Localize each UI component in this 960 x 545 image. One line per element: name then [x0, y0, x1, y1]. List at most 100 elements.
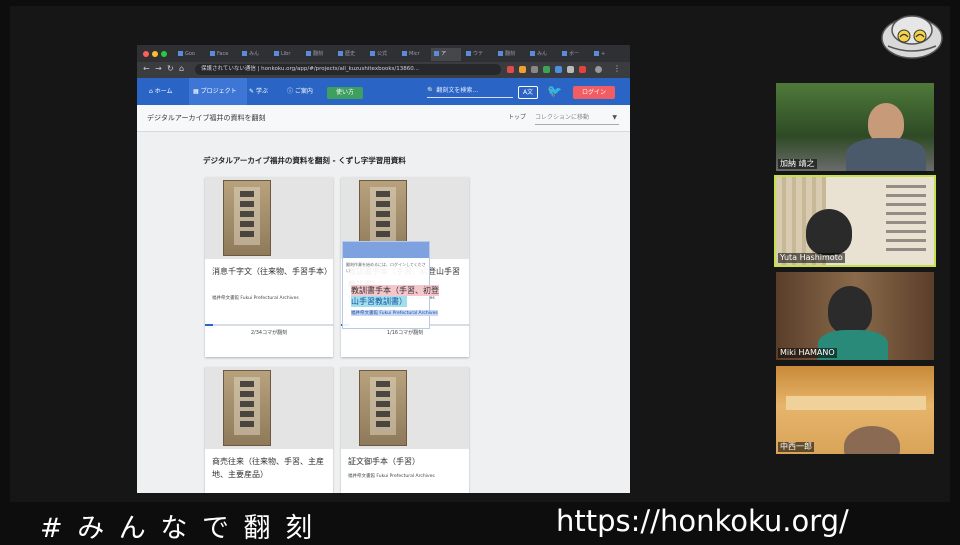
minimize-window-icon[interactable]: [152, 51, 158, 57]
favicon-icon: [402, 51, 407, 56]
participant-face: [868, 103, 904, 143]
browser-window: Goo Face みん Libr 翻刻 歴史 公式 Micr アウテ 翻刻 みん ボー + ← → ↻ …: [137, 45, 630, 493]
favicon-icon: [530, 51, 535, 56]
project-card[interactable]: 証文御手本（手習） 福井県文書館 Fukui Prefectural Archi…: [341, 367, 469, 493]
extension-icon[interactable]: [579, 66, 586, 73]
participant-video: 加納 靖之: [776, 83, 934, 171]
participant-face: [806, 209, 852, 255]
login-popup: 翻刻作業を始めるには、ログインしてください 教訓書手本（手習、初登 山手習教訓書…: [342, 241, 439, 329]
extension-icon[interactable]: [555, 66, 562, 73]
extension-icon[interactable]: [543, 66, 550, 73]
project-title: デジタルアーカイブ福井の資料を翻刻: [147, 114, 266, 122]
profile-icon[interactable]: [595, 66, 602, 73]
pencil-icon: ✎: [249, 88, 256, 95]
project-card[interactable]: 消息千字文（往来物、手習手本） 福井県文書館 Fukui Prefectural…: [205, 177, 333, 357]
book-thumbnail: [341, 367, 469, 449]
favicon-icon: [306, 51, 311, 56]
hashtag-caption: # み ん な で 翻 刻: [40, 513, 316, 544]
forward-icon[interactable]: →: [155, 64, 162, 73]
favicon-icon: [210, 51, 215, 56]
browser-tab[interactable]: 歴史: [335, 48, 365, 61]
popup-message: 翻刻作業を始めるには、ログインしてください: [346, 262, 426, 273]
twitter-icon[interactable]: 🐦: [547, 85, 562, 98]
tab-bar: Goo Face みん Libr 翻刻 歴史 公式 Micr アウテ 翻刻 みん ボー +: [137, 45, 630, 62]
favicon-icon: [370, 51, 375, 56]
howto-button[interactable]: 使い方: [327, 87, 363, 99]
browser-tab[interactable]: Libr: [271, 48, 301, 61]
participant-name: 中西一郎: [778, 442, 814, 452]
honkoku-logo: [880, 8, 944, 60]
card-title: 消息千字文（往来物、手習手本）: [212, 267, 332, 276]
favicon-icon: [498, 51, 503, 56]
favicon-icon: [594, 51, 599, 56]
extension-icon[interactable]: [531, 66, 538, 73]
favicon-icon: [434, 51, 439, 56]
browser-tab[interactable]: Goo: [175, 48, 205, 61]
nav-home[interactable]: ⌂ ホーム: [145, 78, 189, 105]
highlight-text: 福井県文書館 Fukui Prefectural Archives: [351, 310, 438, 316]
browser-tab[interactable]: Micr: [399, 48, 429, 61]
highlight-text: 教訓書手本（手習、初登: [351, 285, 439, 296]
project-card[interactable]: 商売往来（往来物、手習、主産地、主要産品）: [205, 367, 333, 493]
search-icon: 🔍: [427, 87, 437, 94]
browser-tab[interactable]: ア: [431, 48, 461, 61]
browser-tab[interactable]: 翻刻: [303, 48, 333, 61]
card-subtitle: 福井県文書館 Fukui Prefectural Archives: [348, 474, 435, 479]
translate-icon[interactable]: A文: [518, 86, 538, 99]
favicon-icon: [466, 51, 471, 56]
card-title: 商売往来（往来物、手習、主産地、主要産品）: [212, 457, 324, 479]
top-link[interactable]: トップ: [508, 105, 526, 131]
collection-select[interactable]: コレクションに移動 ▼: [535, 112, 619, 125]
browser-tab[interactable]: 公式: [367, 48, 397, 61]
reload-icon[interactable]: ↻: [167, 64, 174, 73]
favicon-icon: [242, 51, 247, 56]
favicon-icon: [338, 51, 343, 56]
participant-name: Yuta Hashimoto: [778, 253, 845, 263]
browser-tab[interactable]: みん: [239, 48, 269, 61]
participant-face: [828, 286, 872, 334]
url-field[interactable]: 保護されていない通信 | honkoku.org/app/#/projects/…: [195, 64, 501, 75]
participant-video: Miki HAMANO: [776, 272, 934, 360]
progress-count: 2/34コマが翻刻: [250, 330, 288, 336]
browser-tab[interactable]: ウテ: [463, 48, 493, 61]
home-icon[interactable]: ⌂: [179, 64, 184, 73]
nav-about[interactable]: ⓘ ご案内: [287, 78, 323, 105]
popup-header: [343, 242, 429, 258]
nav-project[interactable]: ▦ プロジェクト: [189, 78, 247, 105]
back-icon[interactable]: ←: [143, 64, 150, 73]
close-window-icon[interactable]: [143, 51, 149, 57]
extension-icon[interactable]: [567, 66, 574, 73]
participant-face: [844, 426, 900, 454]
participant-name: 加納 靖之: [778, 159, 817, 169]
address-bar: ← → ↻ ⌂ 保護されていない通信 | honkoku.org/app/#/p…: [137, 62, 630, 78]
chevron-down-icon: ▼: [612, 114, 617, 121]
highlight-text: 山手習教訓書）: [351, 296, 407, 307]
login-button[interactable]: ログイン: [573, 86, 615, 99]
extension-icon[interactable]: [519, 66, 526, 73]
sub-header: デジタルアーカイブ福井の資料を翻刻 トップ コレクションに移動 ▼: [137, 105, 630, 132]
favicon-icon: [562, 51, 567, 56]
progress-bar: [205, 324, 333, 326]
browser-tab[interactable]: Face: [207, 48, 237, 61]
card-title: 証文御手本（手習）: [348, 457, 420, 466]
site-navbar: ⌂ ホーム ▦ プロジェクト ✎ 学ぶ ⓘ ご案内 使い方 🔍 翻刻文を検索..…: [137, 78, 630, 105]
book-thumbnail: [205, 177, 333, 259]
progress-count: 1/16コマが翻刻: [386, 330, 424, 336]
participant-body: [846, 138, 926, 171]
browser-tab[interactable]: ボー: [559, 48, 589, 61]
menu-icon[interactable]: ⋮: [613, 64, 621, 73]
nav-learn[interactable]: ✎ 学ぶ: [249, 78, 281, 105]
search-input[interactable]: 🔍 翻刻文を検索...: [427, 84, 513, 98]
browser-tab[interactable]: 翻刻: [495, 48, 525, 61]
maximize-window-icon[interactable]: [161, 51, 167, 57]
favicon-icon: [274, 51, 279, 56]
browser-tab[interactable]: +: [591, 48, 621, 61]
url-caption: https://honkoku.org/: [556, 504, 849, 538]
browser-tab[interactable]: みん: [527, 48, 557, 61]
grid-icon: ▦: [193, 88, 201, 95]
participant-name: Miki HAMANO: [778, 348, 837, 358]
participant-video: 中西一郎: [776, 366, 934, 454]
page-title: デジタルアーカイブ福井の資料を翻刻 - くずし字学習用資料: [203, 156, 406, 165]
extension-icon[interactable]: [507, 66, 514, 73]
book-thumbnail: [205, 367, 333, 449]
